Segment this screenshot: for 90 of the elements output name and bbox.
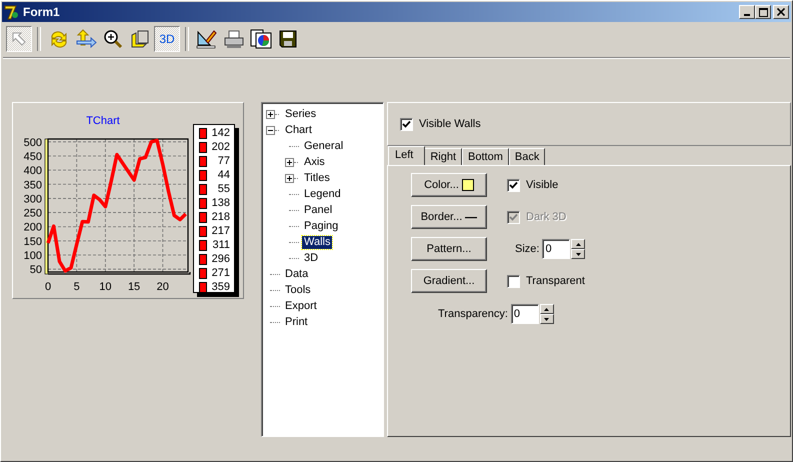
tree-item[interactable]: Titles (302, 172, 332, 184)
tree-item[interactable]: Panel (302, 204, 334, 216)
axis-tick-label: 450 (24, 150, 42, 163)
expand-icon[interactable] (266, 110, 275, 118)
checkbox[interactable] (507, 178, 520, 192)
axis-tick-label: 15 (128, 281, 140, 293)
spin-up-button[interactable] (571, 239, 586, 249)
minimize-button[interactable] (739, 5, 755, 19)
tree-item[interactable]: 3D (302, 252, 320, 264)
tree-item[interactable]: Legend (302, 188, 343, 200)
checkbox-label: Visible Walls (419, 118, 481, 130)
close-button[interactable] (773, 5, 789, 19)
app-logo-icon (4, 4, 20, 20)
printer-icon (223, 29, 245, 49)
axis-tick-label: 300 (24, 193, 42, 206)
move-arrows-icon (75, 29, 97, 49)
expand-icon[interactable] (285, 174, 294, 182)
rotate-icon (49, 30, 69, 48)
axis-tick-label: 500 (24, 136, 42, 149)
legend-value: 77 (218, 155, 230, 167)
window-title: Form1 (23, 5, 60, 19)
spin-up-button[interactable] (540, 304, 554, 314)
checkbox-label: Transparent (526, 275, 585, 287)
tree-item[interactable]: Axis (302, 156, 327, 168)
spin-down-button[interactable] (540, 314, 554, 324)
legend-value: 142 (212, 127, 230, 139)
legend-value: 311 (212, 239, 230, 251)
color-button[interactable]: Color... (411, 173, 487, 197)
border-button[interactable]: Border... (411, 205, 487, 229)
view-3d-button[interactable]: 3D (154, 26, 180, 52)
checkbox[interactable] (507, 274, 520, 288)
maximize-button[interactable] (755, 5, 771, 19)
tree-item[interactable]: Series (283, 108, 318, 120)
number-field[interactable]: 0 (542, 239, 570, 259)
axis-tick-label: 20 (156, 281, 169, 293)
dialog-button[interactable]: Gradient... (411, 269, 487, 293)
legend-value: 359 (212, 281, 230, 293)
legend-value: 218 (212, 211, 230, 223)
axis-tick-label: 10 (99, 281, 112, 293)
tab[interactable]: Left (388, 146, 426, 165)
axis-tick-label: 150 (24, 236, 42, 248)
tree-item[interactable]: Export (283, 300, 319, 312)
legend-value: 202 (212, 141, 230, 153)
legend-value: 296 (212, 253, 230, 265)
legend-value: 217 (212, 225, 230, 237)
dialog-button[interactable]: Pattern... (411, 237, 487, 261)
collapse-icon[interactable] (266, 126, 275, 134)
axis-tick-label: 5 (74, 281, 80, 293)
tree-item[interactable]: Tools (283, 284, 313, 296)
chart-title: TChart (86, 115, 120, 127)
up-arrow-icon (544, 308, 550, 310)
axis-tick-label: 400 (24, 165, 42, 178)
arrow-icon (10, 30, 28, 48)
checkbox-label: Dark 3D (526, 211, 566, 223)
legend-value: 271 (212, 267, 230, 279)
number-field[interactable]: 0 (510, 304, 539, 324)
axis-tick-label: 100 (24, 250, 42, 262)
tab[interactable]: Back (508, 148, 546, 165)
tab[interactable]: Bottom (462, 148, 509, 165)
tree-item[interactable]: Print (283, 316, 310, 328)
close-icon (777, 8, 785, 16)
pie-chart-page-icon (250, 29, 272, 49)
down-arrow-icon (544, 318, 550, 320)
tree-item[interactable]: General (302, 140, 346, 152)
tree-item[interactable]: Chart (283, 124, 314, 136)
up-arrow-icon (576, 242, 581, 246)
tree-item[interactable]: Walls (302, 236, 332, 248)
expand-icon[interactable] (285, 158, 294, 166)
depth-icon (130, 29, 150, 49)
tree-item[interactable]: Paging (302, 220, 340, 232)
zoom-icon (103, 29, 123, 49)
ruler-pencil-icon (196, 29, 218, 49)
axis-tick-label: 350 (24, 179, 42, 192)
line-style-icon (465, 216, 478, 218)
maximize-icon (758, 8, 768, 16)
axis-tick-label: 250 (24, 208, 42, 220)
spin-down-button[interactable] (571, 249, 586, 259)
checkbox-label: Visible (526, 179, 558, 191)
legend-value: 138 (212, 197, 230, 209)
down-arrow-icon (576, 252, 581, 256)
axis-tick-label: 200 (24, 222, 42, 234)
checkbox[interactable] (400, 118, 413, 130)
axis-tick-label: 50 (30, 264, 42, 276)
legend-value: 55 (218, 183, 230, 195)
field-label: Size: (515, 243, 540, 255)
field-label: Transparency: (438, 308, 508, 320)
axis-tick-label: 0 (44, 281, 52, 293)
tab[interactable]: Right (424, 148, 462, 165)
tree-item[interactable]: Data (283, 268, 310, 280)
legend-value: 44 (218, 169, 230, 181)
